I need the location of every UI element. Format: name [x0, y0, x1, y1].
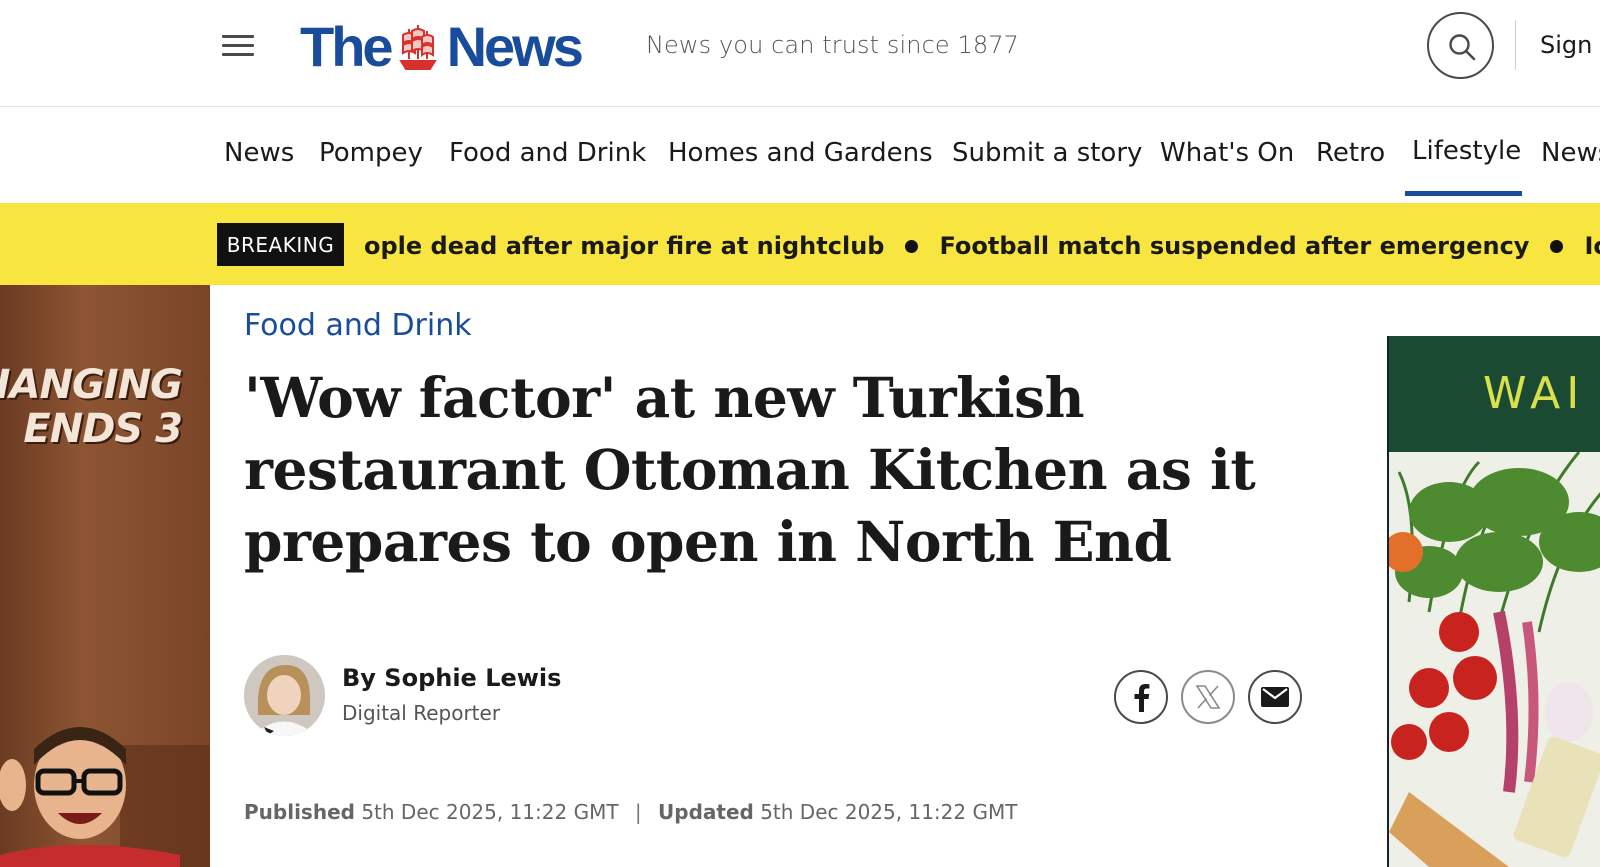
ad-brand: WAI	[1483, 368, 1586, 419]
right-sidebar-ad[interactable]: WAI	[1387, 336, 1600, 867]
logo-text-news: News	[446, 15, 584, 78]
search-button[interactable]	[1427, 12, 1494, 79]
published-label: Published	[244, 800, 355, 824]
article-headline: 'Wow factor' at new Turkish restaurant O…	[244, 365, 1256, 574]
left-skyscraper-ad[interactable]: IANGING ENDS 3	[0, 285, 210, 867]
date-separator: |	[634, 800, 642, 824]
site-tagline: News you can trust since 1877	[646, 31, 1019, 59]
ad-presenter-image	[0, 727, 210, 867]
published-date: 5th Dec 2025, 11:22 GMT	[361, 800, 619, 824]
updated-label: Updated	[658, 800, 754, 824]
active-tab-indicator	[1405, 191, 1522, 196]
breaking-news-bar: BREAKING ople dead after major fire at n…	[0, 203, 1600, 285]
bullet-icon	[1550, 239, 1564, 253]
x-icon	[1195, 685, 1221, 709]
nav-item-news-more[interactable]: News	[1541, 138, 1600, 168]
nav-item-food-and-drink[interactable]: Food and Drink	[449, 138, 646, 168]
nav-item-lifestyle[interactable]: Lifestyle	[1412, 136, 1521, 166]
ticker-item[interactable]: Iconic singer dies	[1584, 232, 1600, 260]
menu-icon[interactable]	[222, 33, 256, 57]
ticker-item[interactable]: ople dead after major fire at nightclub	[364, 232, 884, 260]
author-avatar[interactable]	[244, 655, 325, 736]
facebook-icon	[1134, 684, 1150, 712]
share-facebook-button[interactable]	[1114, 670, 1168, 724]
author-byline: By Sophie Lewis Digital Reporter	[244, 655, 644, 737]
ad-produce-image	[1389, 452, 1600, 867]
nav-item-retro[interactable]: Retro	[1316, 138, 1385, 168]
author-photo	[244, 655, 325, 736]
ad-title-line: IANGING	[0, 362, 183, 408]
email-icon	[1261, 687, 1289, 707]
share-x-button[interactable]	[1181, 670, 1235, 724]
breaking-badge: BREAKING	[217, 223, 344, 266]
ad-title-line: ENDS 3	[23, 406, 183, 452]
share-email-button[interactable]	[1248, 670, 1302, 724]
nav-item-submit-a-story[interactable]: Submit a story	[952, 138, 1142, 168]
article-dates: Published 5th Dec 2025, 11:22 GMT | Upda…	[244, 800, 1017, 824]
site-header: The News News you can trust since 1877 S…	[0, 0, 1600, 107]
nav-item-homes-and-gardens[interactable]: Homes and Gardens	[668, 138, 933, 168]
nav-item-pompey[interactable]: Pompey	[319, 138, 423, 168]
sign-in-link[interactable]: Sign I	[1540, 31, 1600, 59]
search-icon	[1449, 34, 1476, 61]
header-divider	[1515, 20, 1516, 70]
ad-brand-banner: WAI	[1389, 336, 1600, 452]
ship-logo-icon	[398, 25, 437, 70]
article-section-link[interactable]: Food and Drink	[244, 308, 472, 343]
updated-date: 5th Dec 2025, 11:22 GMT	[760, 800, 1018, 824]
author-name[interactable]: By Sophie Lewis	[342, 664, 561, 692]
logo-text-the: The	[300, 15, 394, 78]
ad-title: IANGING ENDS 3	[0, 362, 183, 452]
nav-item-whats-on[interactable]: What's On	[1160, 138, 1294, 168]
site-logo[interactable]: The News	[300, 14, 584, 80]
main-nav: News Pompey Food and Drink Homes and Gar…	[0, 108, 1600, 203]
breaking-ticker: ople dead after major fire at nightclub …	[364, 229, 1600, 263]
nav-item-news[interactable]: News	[224, 138, 294, 168]
ticker-item[interactable]: Football match suspended after emergency	[939, 232, 1529, 260]
author-role: Digital Reporter	[342, 701, 501, 725]
bullet-icon	[905, 239, 919, 253]
